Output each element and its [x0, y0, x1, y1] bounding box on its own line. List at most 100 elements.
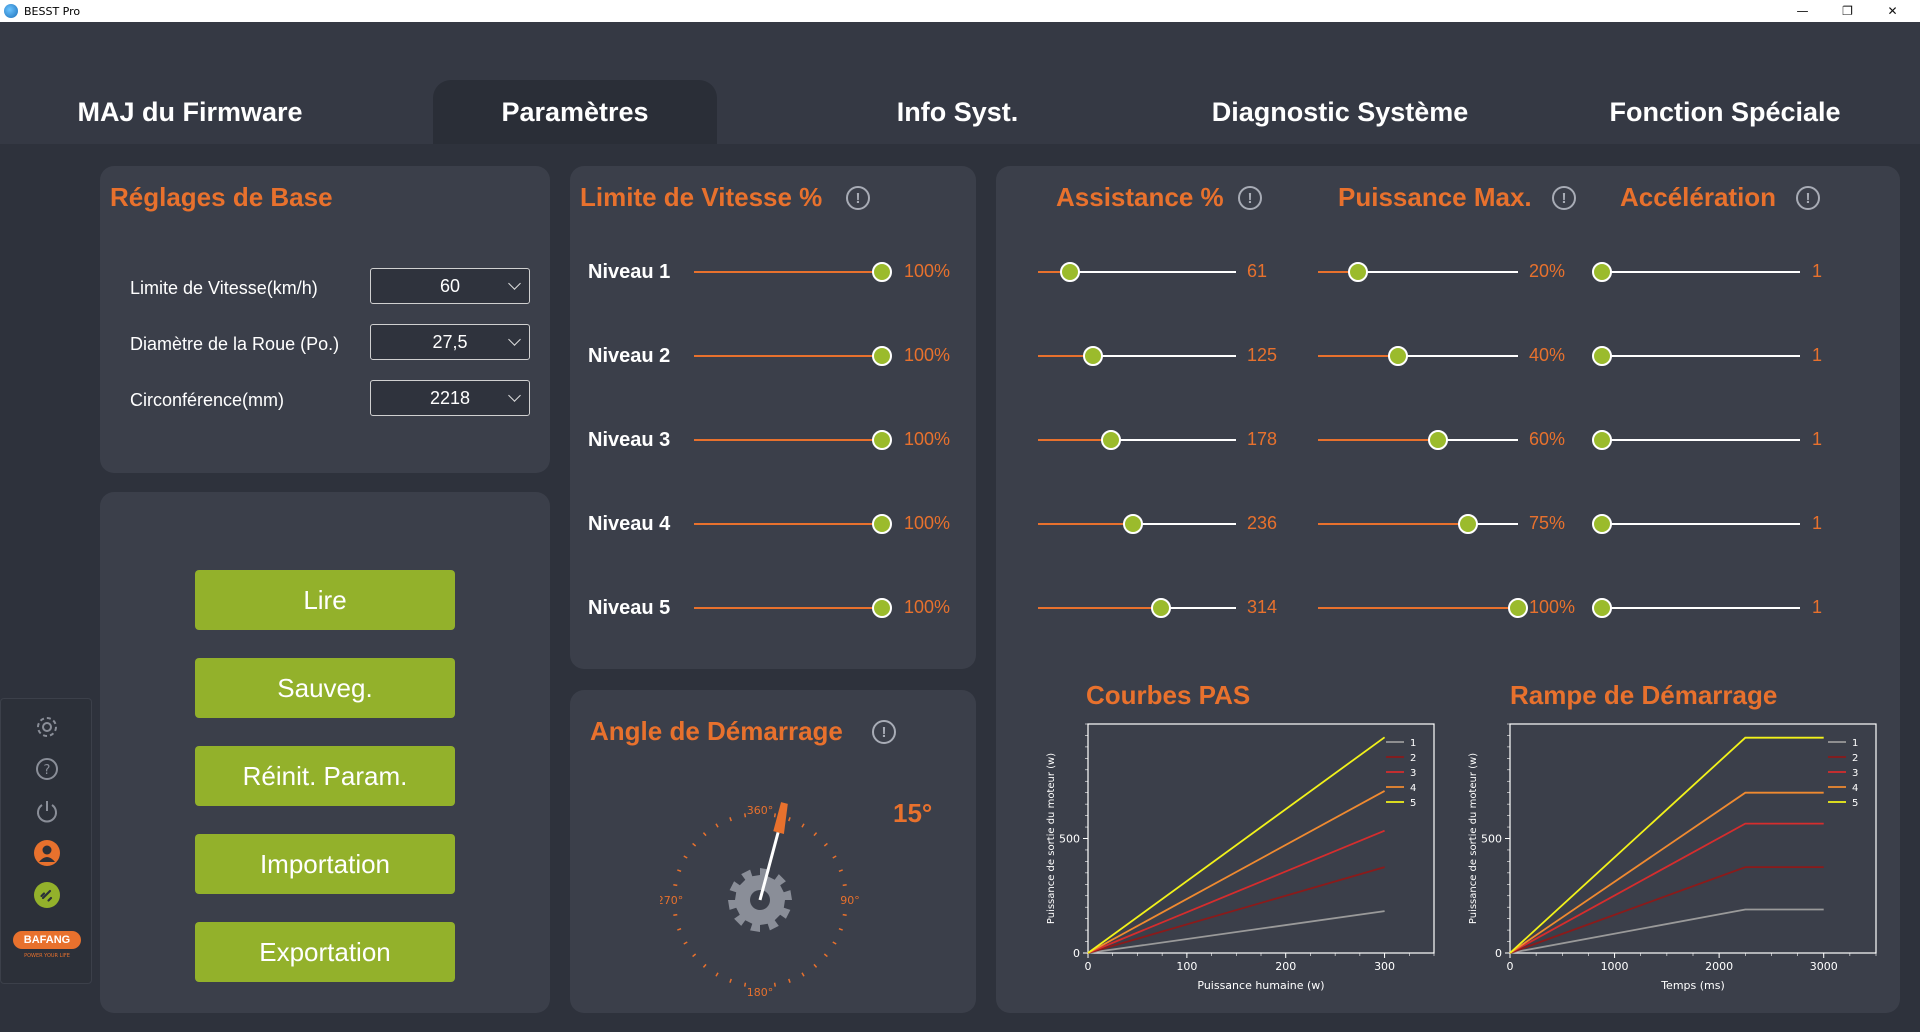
slider-thumb[interactable]: [1592, 346, 1612, 366]
slider-thumb[interactable]: [1101, 430, 1122, 450]
dial-tick: [683, 941, 688, 945]
assistance-slider[interactable]: [1038, 430, 1236, 450]
max-power-slider[interactable]: [1318, 430, 1518, 450]
slider-fill: [1038, 439, 1112, 441]
speed-limit-label: Limite de Vitesse(km/h): [130, 278, 318, 298]
close-button[interactable]: ✕: [1870, 0, 1915, 22]
tab-fonction-speciale[interactable]: Fonction Spéciale: [1570, 80, 1880, 144]
dial-tick: [838, 928, 843, 931]
slider-thumb[interactable]: [1592, 514, 1612, 534]
assistance-slider[interactable]: [1038, 514, 1236, 534]
tab-firmware[interactable]: MAJ du Firmware: [20, 80, 360, 144]
restore-button[interactable]: ❐: [1825, 0, 1870, 22]
speed-limit-value: 100%: [904, 597, 951, 617]
dial-tick: [842, 913, 847, 917]
dial-tick: [715, 823, 719, 828]
max-power-slider[interactable]: [1318, 262, 1518, 282]
series-line-1: [1509, 908, 1824, 954]
info-icon[interactable]: !: [1796, 186, 1820, 210]
speed-limit-slider[interactable]: [694, 598, 892, 618]
acceleration-slider[interactable]: [1592, 262, 1800, 282]
slider-thumb[interactable]: [1592, 430, 1612, 450]
slider-thumb[interactable]: [1123, 514, 1144, 534]
slider-track: [1602, 607, 1800, 609]
export-button[interactable]: Exportation: [195, 922, 455, 982]
dial-tick: [788, 817, 791, 822]
link-icon[interactable]: [33, 881, 61, 909]
slider-thumb[interactable]: [1348, 262, 1368, 282]
info-icon[interactable]: !: [1238, 186, 1262, 210]
dial-tick: [743, 982, 747, 987]
wheel-diameter-select[interactable]: 27,5: [370, 324, 530, 360]
assistance-slider[interactable]: [1038, 262, 1236, 282]
gear-icon[interactable]: [33, 713, 61, 741]
dial-tick: [702, 963, 707, 968]
assistance-value: 314: [1247, 597, 1278, 617]
wheel-diameter-value: 27,5: [432, 331, 468, 352]
acceleration-slider[interactable]: [1592, 430, 1800, 450]
speed-limit-slider[interactable]: [694, 430, 892, 450]
import-button[interactable]: Importation: [195, 834, 455, 894]
info-icon[interactable]: !: [1552, 186, 1576, 210]
basic-settings-panel: Réglages de Base Limite de Vitesse(km/h)…: [100, 166, 550, 473]
series-line-2: [1087, 866, 1385, 954]
max-power-value: 40%: [1529, 345, 1566, 365]
dial-tick: [692, 842, 697, 847]
tab-parametres[interactable]: Paramètres: [433, 80, 717, 144]
help-icon[interactable]: ?: [33, 755, 61, 783]
dial-tick: [677, 869, 682, 872]
dial-tick: [801, 823, 805, 828]
slider-thumb[interactable]: [872, 262, 892, 282]
slider-thumb[interactable]: [1592, 262, 1612, 282]
slider-thumb[interactable]: [1083, 346, 1104, 366]
dial-tick: [842, 883, 847, 887]
info-icon[interactable]: !: [872, 720, 896, 744]
dial-label-bottom: 180°: [747, 986, 774, 999]
acceleration-slider[interactable]: [1592, 346, 1800, 366]
dial-tick: [677, 928, 682, 931]
slider-thumb[interactable]: [1508, 598, 1528, 618]
series-line-1: [1087, 910, 1385, 954]
read-button[interactable]: Lire: [195, 570, 455, 630]
slider-thumb[interactable]: [1458, 514, 1478, 534]
speed-level-label: Niveau 5: [588, 597, 671, 619]
reset-params-button[interactable]: Réinit. Param.: [195, 746, 455, 806]
legend-label: 5: [1410, 798, 1416, 809]
assistance-value: 236: [1247, 513, 1278, 533]
save-button[interactable]: Sauveg.: [195, 658, 455, 718]
dial-tick: [801, 972, 805, 977]
tab-info-syst[interactable]: Info Syst.: [830, 80, 1085, 144]
speed-limit-slider[interactable]: [694, 262, 892, 282]
slider-thumb[interactable]: [872, 514, 892, 534]
slider-thumb[interactable]: [872, 598, 892, 618]
slider-thumb[interactable]: [1388, 346, 1408, 366]
max-power-slider[interactable]: [1318, 514, 1518, 534]
max-power-slider[interactable]: [1318, 346, 1518, 366]
tab-diagnostic[interactable]: Diagnostic Système: [1180, 80, 1500, 144]
assistance-slider[interactable]: [1038, 598, 1236, 618]
minimize-button[interactable]: —: [1780, 0, 1825, 22]
max-power-slider[interactable]: [1318, 598, 1528, 618]
slider-thumb[interactable]: [1428, 430, 1448, 450]
speed-limit-slider[interactable]: [694, 346, 892, 366]
max-power-value: 20%: [1529, 261, 1566, 281]
slider-thumb[interactable]: [1150, 598, 1171, 618]
speed-limit-select[interactable]: 60: [370, 268, 530, 304]
power-icon[interactable]: [33, 797, 61, 825]
info-icon[interactable]: !: [846, 186, 870, 210]
acceleration-slider[interactable]: [1592, 514, 1800, 534]
circumference-select[interactable]: 2218: [370, 380, 530, 416]
speed-limit-slider[interactable]: [694, 514, 892, 534]
slider-thumb[interactable]: [872, 346, 892, 366]
assistance-slider[interactable]: [1038, 346, 1236, 366]
slider-thumb[interactable]: [1059, 262, 1080, 282]
x-tick-label: 300: [1374, 960, 1395, 973]
acceleration-value: 1: [1812, 513, 1823, 533]
user-icon[interactable]: [33, 839, 61, 867]
slider-thumb[interactable]: [872, 430, 892, 450]
legend-label: 2: [1410, 753, 1416, 764]
start-angle-dial[interactable]: 360° 90° 180° 270°: [660, 800, 860, 1000]
legend-label: 5: [1852, 798, 1858, 809]
slider-thumb[interactable]: [1592, 598, 1612, 618]
acceleration-slider[interactable]: [1592, 598, 1800, 618]
